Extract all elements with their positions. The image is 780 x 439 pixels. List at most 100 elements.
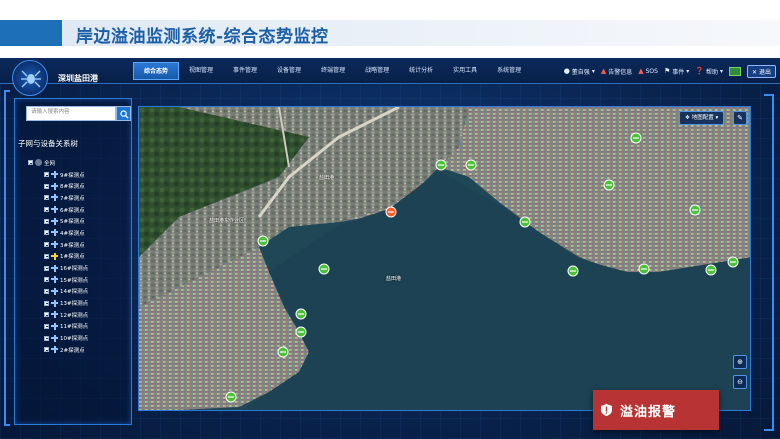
sensor-icon [51, 264, 58, 272]
help-label: 帮助 [706, 68, 719, 76]
tree-node[interactable]: 8#探测点 [44, 180, 126, 192]
app-window: 深圳盐田港 综合态势 视图管理 事件管理 设备管理 终端管理 战略管理 统计分析… [0, 58, 780, 439]
search-icon [120, 110, 129, 119]
nav-item-views[interactable]: 视图管理 [179, 62, 223, 80]
marker-dash-icon [641, 268, 647, 270]
collapse-icon[interactable] [44, 300, 49, 306]
screen-toggle-button[interactable] [729, 66, 742, 76]
edit-icon: ✎ [737, 114, 743, 122]
alarm-bell-icon: ▲ [600, 67, 607, 75]
collapse-icon[interactable] [44, 277, 49, 283]
sensor-icon [51, 194, 58, 202]
tree-node-label: 3#探测点 [60, 242, 85, 249]
nav-item-tools[interactable]: 实用工具 [443, 62, 487, 80]
collapse-icon[interactable] [44, 253, 49, 259]
tree-node[interactable]: 5#探测点 [44, 215, 126, 227]
tree-node-label: 6#探测点 [60, 207, 85, 214]
tree-title: 子网与设备关系树 [18, 139, 78, 148]
collapse-icon[interactable] [44, 172, 49, 178]
tree-node[interactable]: 3#探测点 [44, 239, 126, 251]
device-tree: 全网 9#探测点 8#探测点 7#探测点 6#探测点 5#探测点 4#探测点 3#探测点 1#… [28, 157, 126, 356]
tree-node[interactable]: 10#探测点 [44, 332, 126, 344]
marker-dash-icon [570, 270, 576, 272]
tree-node[interactable]: 2#探测点 [44, 344, 126, 356]
tree-node[interactable]: 14#探测点 [44, 286, 126, 298]
nav-item-devices[interactable]: 设备管理 [267, 62, 311, 80]
help-menu[interactable]: ❓ 帮助 ▾ [695, 67, 723, 76]
tree-node[interactable]: 11#探测点 [44, 321, 126, 333]
user-icon: ● [563, 67, 570, 75]
exit-button[interactable]: ✕ 退出 [747, 64, 776, 78]
collapse-icon[interactable] [44, 323, 49, 329]
collapse-icon[interactable] [44, 288, 49, 294]
marker-dash-icon [298, 331, 304, 333]
nav-item-system[interactable]: 系统管理 [487, 62, 531, 80]
collapse-icon[interactable] [44, 218, 49, 224]
sensor-icon [51, 182, 58, 190]
search-button[interactable] [116, 106, 131, 121]
tree-node-label: 12#探测点 [60, 312, 89, 319]
slide-accent-bar [0, 20, 62, 46]
map-layer-button[interactable]: ❖ 地图配置 ▾ [679, 111, 725, 125]
collapse-icon[interactable] [28, 160, 33, 166]
tree-node[interactable]: 12#探测点 [44, 309, 126, 321]
tree-node[interactable]: 6#探测点 [44, 204, 126, 216]
tree-node[interactable]: 9#探测点 [44, 169, 126, 181]
sensor-icon [51, 241, 58, 249]
collapse-icon[interactable] [44, 347, 49, 353]
sensor-icon [51, 311, 58, 319]
nav-item-events[interactable]: 事件管理 [223, 62, 267, 80]
top-nav-bar: 深圳盐田港 综合态势 视图管理 事件管理 设备管理 终端管理 战略管理 统计分析… [0, 58, 780, 84]
collapse-icon[interactable] [44, 242, 49, 248]
tree-node[interactable]: 1#探测点 [44, 251, 126, 263]
alarm-info-button[interactable]: ▲ 告警信息 [601, 67, 632, 76]
collapse-icon[interactable] [44, 265, 49, 271]
sensor-icon [51, 217, 58, 225]
chevron-down-icon: ▾ [686, 67, 690, 75]
tree-node-label: 8#探测点 [60, 184, 85, 191]
nav-item-strategy[interactable]: 战略管理 [355, 62, 399, 80]
nav-item-statistics[interactable]: 统计分析 [399, 62, 443, 80]
search-input[interactable]: 请输入搜索内容 [26, 106, 116, 121]
satellite-map[interactable]: 盐田港 盐田港东作业区 盐田港 ❖ 地图配置 ▾ ✎ ⊕ ⊖ [138, 106, 751, 411]
collapse-icon[interactable] [44, 183, 49, 189]
sos-icon: ▲ [638, 67, 644, 75]
marker-dash-icon [438, 164, 444, 166]
nav-item-overview[interactable]: 综合态势 [133, 62, 180, 80]
tree-node[interactable]: 16#探测点 [44, 262, 126, 274]
sos-button[interactable]: ▲ SOS [638, 67, 658, 75]
tree-node-label: 11#探测点 [60, 324, 89, 331]
tree-node[interactable]: 13#探测点 [44, 297, 126, 309]
tree-node-label: 9#探测点 [60, 172, 85, 179]
map-edit-button[interactable]: ✎ [733, 111, 747, 125]
zoom-out-button[interactable]: ⊖ [733, 375, 747, 389]
marker-dash-icon [708, 269, 714, 271]
tree-root-label: 全网 [44, 160, 56, 167]
zoom-out-icon: ⊖ [737, 378, 743, 386]
tree-node[interactable]: 15#探测点 [44, 274, 126, 286]
marker-dash-icon [280, 351, 286, 353]
collapse-icon[interactable] [44, 335, 49, 341]
sos-label: SOS [645, 67, 658, 75]
sensor-icon [51, 346, 58, 354]
tree-node[interactable]: 4#探测点 [44, 227, 126, 239]
tree-root[interactable]: 全网 [28, 157, 126, 169]
user-menu[interactable]: ● 董自强 ▾ [564, 67, 595, 76]
zoom-in-button[interactable]: ⊕ [733, 355, 747, 369]
collapse-icon[interactable] [44, 195, 49, 201]
left-frame-decoration [4, 90, 10, 426]
events-menu[interactable]: ⚑ 事件 ▾ [664, 67, 689, 76]
collapse-icon[interactable] [44, 312, 49, 318]
collapse-icon[interactable] [44, 207, 49, 213]
tree-node[interactable]: 7#探测点 [44, 192, 126, 204]
marker-dash-icon [228, 396, 234, 398]
tree-node-label: 1#探测点 [60, 254, 85, 261]
header-tools: ● 董自强 ▾ ▲ 告警信息 ▲ SOS ⚑ 事件 ▾ ❓ 帮助 ▾ ✕ 退出 [564, 63, 776, 79]
nav-item-terminals[interactable]: 终端管理 [311, 62, 355, 80]
collapse-icon[interactable] [44, 230, 49, 236]
right-frame-decoration [764, 94, 774, 431]
oil-spill-alarm-button[interactable]: 溢油报警 [593, 390, 719, 430]
flag-icon: ⚑ [663, 67, 671, 75]
map-canvas[interactable] [139, 107, 751, 411]
tree-node-label: 4#探测点 [60, 230, 85, 237]
